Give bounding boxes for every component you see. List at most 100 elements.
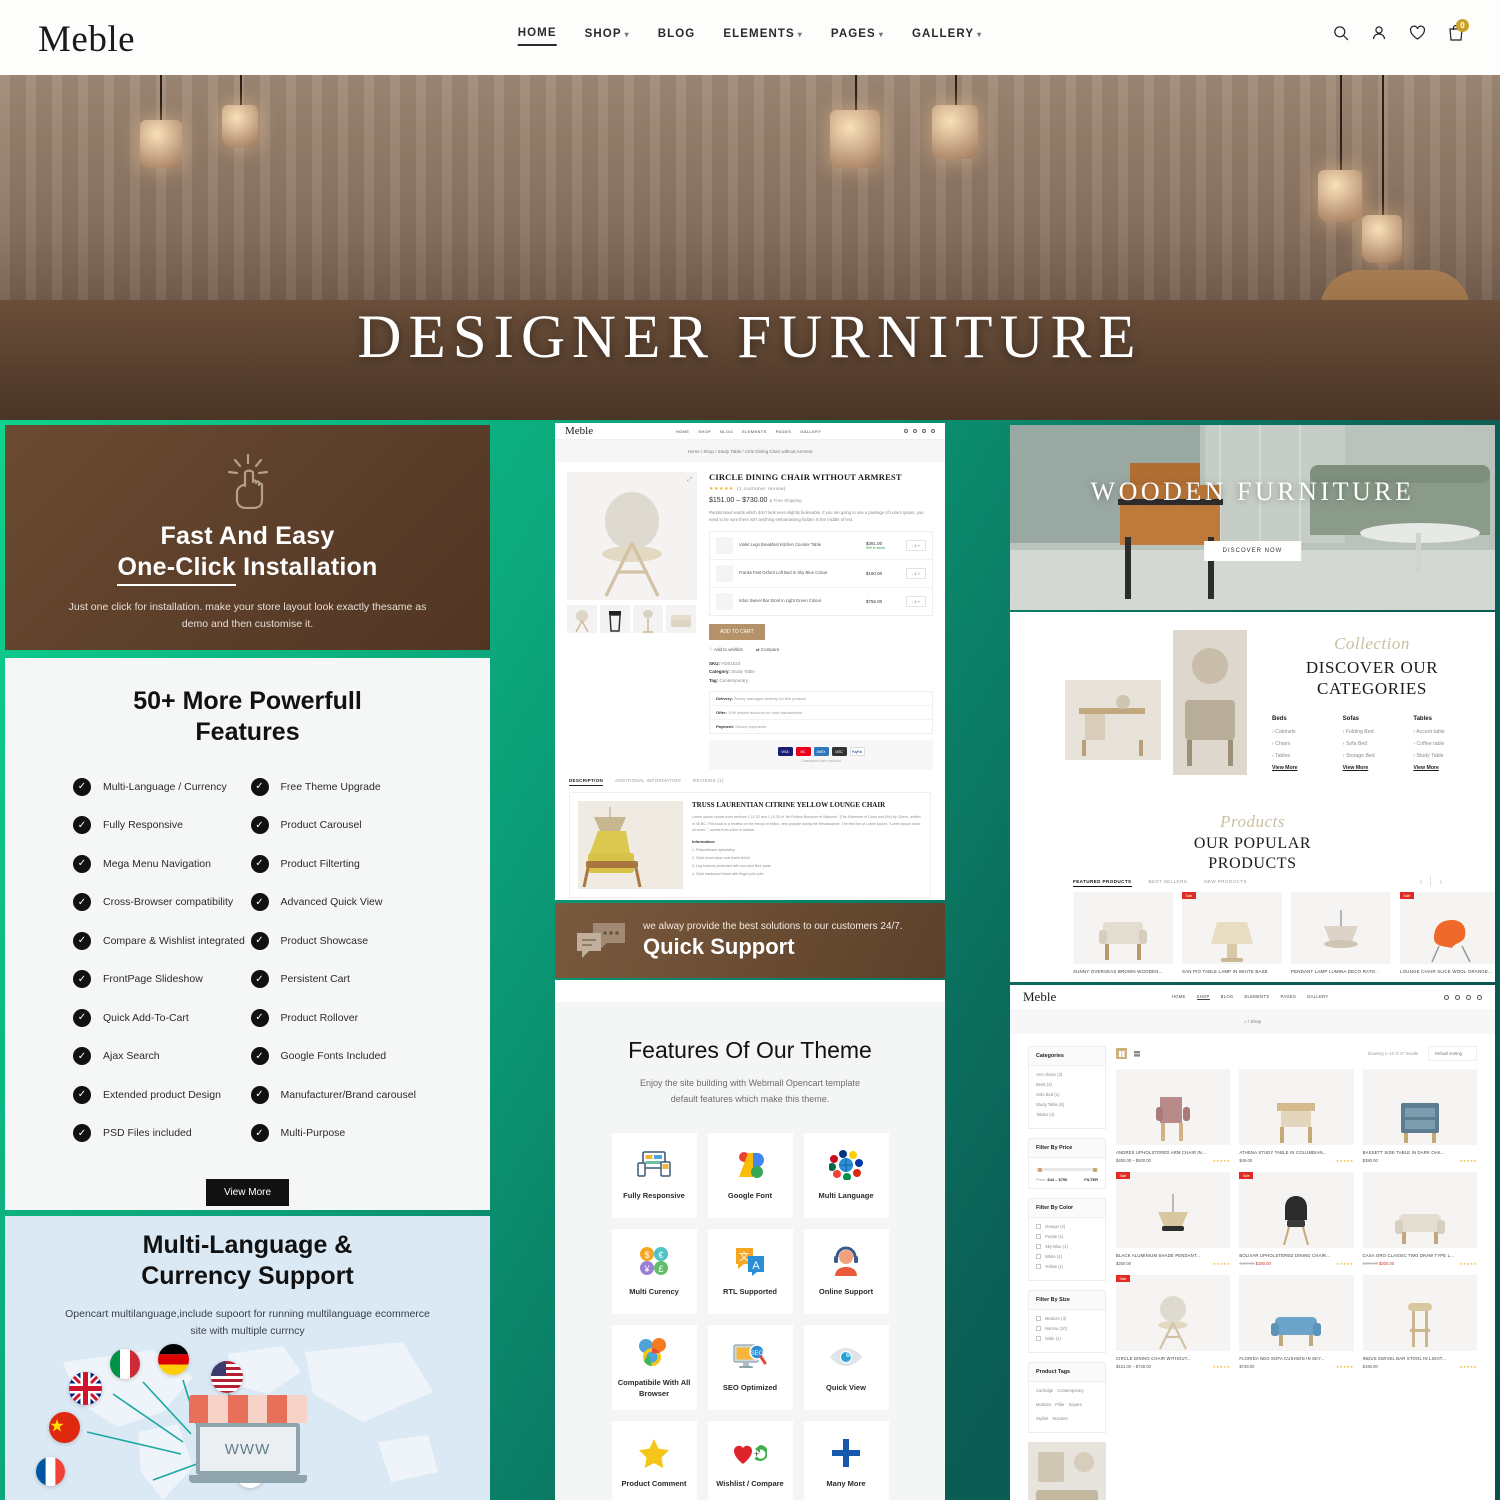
- popular-tab[interactable]: FEATURED PRODUCTS: [1073, 879, 1132, 887]
- shop-product-card[interactable]: Sale BLACK ALUMINIUM SHADE PENDANT... $250…: [1116, 1172, 1231, 1266]
- theme-feature-cell[interactable]: + Wishlist / Compare: [707, 1420, 793, 1500]
- checkbox[interactable]: [1036, 1326, 1041, 1331]
- theme-feature-cell[interactable]: $ € ¥ £ Multi Curency: [611, 1228, 697, 1314]
- mini-nav-item[interactable]: HOME: [676, 429, 690, 434]
- product-tag-link[interactable]: Pillar: [1055, 1402, 1064, 1407]
- shop-nav-item[interactable]: BLOG: [1221, 994, 1234, 1000]
- popular-product-card[interactable]: SUNNY OVERSEAS BROWN WOODEN...: [1073, 892, 1173, 974]
- checkbox[interactable]: [1036, 1224, 1041, 1229]
- category-view-more[interactable]: View More: [1343, 765, 1402, 771]
- product-tag-link[interactable]: Wooden: [1052, 1416, 1068, 1421]
- product-tag-link[interactable]: Modular: [1036, 1402, 1051, 1407]
- product-tag-link[interactable]: Square: [1068, 1402, 1082, 1407]
- sidebar-category-link[interactable]: Tables (4): [1036, 1112, 1098, 1117]
- shop-nav-item[interactable]: SHOP: [1196, 994, 1210, 1000]
- checkbox[interactable]: [1036, 1264, 1041, 1269]
- shop-product-card[interactable]: CASA ORO CLASSIC TWO DRAW TYPE L... $380.…: [1362, 1172, 1477, 1266]
- size-filter-option[interactable]: Medium (3): [1036, 1316, 1098, 1321]
- popular-product-card[interactable]: Sale LOUNGE CHAIR SLICE WOOL ORANGE...: [1400, 892, 1495, 974]
- theme-feature-cell[interactable]: Online Support: [803, 1228, 889, 1314]
- add-to-wishlist-button[interactable]: ♡ Add to wishlist: [709, 647, 743, 653]
- category-link[interactable]: › Tables: [1272, 753, 1331, 759]
- checkbox[interactable]: [1036, 1234, 1041, 1239]
- category-link[interactable]: › Storage Bed: [1343, 753, 1402, 759]
- product-tag-link[interactable]: Cartridge: [1036, 1388, 1053, 1393]
- grid-view-button[interactable]: [1116, 1048, 1127, 1059]
- sidebar-promo-banner[interactable]: Our Present LIVING ROOM: [1028, 1442, 1106, 1500]
- thumbnail[interactable]: [633, 605, 663, 633]
- account-icon[interactable]: [912, 429, 917, 433]
- sidebar-category-link[interactable]: Arm chairs (3): [1036, 1072, 1098, 1077]
- bundle-quantity[interactable]: - 1 +: [905, 539, 926, 551]
- category-link[interactable]: › Chairs: [1272, 741, 1331, 747]
- sidebar-category-link[interactable]: Study Table (6): [1036, 1102, 1098, 1107]
- nav-item-elements[interactable]: ELEMENTS ▾: [723, 28, 803, 45]
- sidebar-category-link[interactable]: Beds (3): [1036, 1082, 1098, 1087]
- theme-feature-cell[interactable]: Product Comment: [611, 1420, 697, 1500]
- carousel-next-icon[interactable]: ›: [1439, 877, 1442, 886]
- view-more-button[interactable]: View More: [206, 1179, 289, 1206]
- category-link[interactable]: › Cabinets: [1272, 729, 1331, 735]
- price-range-slider[interactable]: [1036, 1167, 1098, 1172]
- category-view-more[interactable]: View More: [1272, 765, 1331, 771]
- category-link[interactable]: › Folding Bed: [1343, 729, 1402, 735]
- site-logo[interactable]: Meble: [38, 18, 135, 61]
- nav-item-pages[interactable]: PAGES ▾: [831, 28, 884, 45]
- shop-nav-item[interactable]: GALLERY: [1307, 994, 1328, 1000]
- compare-button[interactable]: ⇄ Compare: [756, 647, 780, 653]
- search-icon[interactable]: [903, 429, 908, 433]
- category-link[interactable]: › Sofa Bed: [1343, 741, 1402, 747]
- color-filter-option[interactable]: White (4): [1036, 1254, 1098, 1259]
- nav-item-gallery[interactable]: GALLERY ▾: [912, 28, 982, 45]
- wishlist-heart-icon[interactable]: [921, 429, 926, 433]
- sidebar-category-link[interactable]: Sofa Bed (1): [1036, 1092, 1098, 1097]
- account-icon[interactable]: [1454, 994, 1460, 1000]
- product-tag-link[interactable]: Stylish: [1036, 1416, 1048, 1421]
- category-link[interactable]: › Coffee table: [1413, 741, 1472, 747]
- theme-feature-cell[interactable]: Multi Language: [803, 1132, 889, 1218]
- category-link[interactable]: › Study Table: [1413, 753, 1472, 759]
- theme-feature-cell[interactable]: Many More: [803, 1420, 889, 1500]
- discover-now-button[interactable]: DISCOVER NOW: [1203, 541, 1302, 561]
- wishlist-heart-icon[interactable]: [1465, 994, 1471, 1000]
- theme-feature-cell[interactable]: Compatibile With All Browser: [611, 1324, 697, 1410]
- shop-product-card[interactable]: FLORIDA NEO SOFA CUSHION IN SKY... $739.0…: [1239, 1275, 1354, 1369]
- checkbox[interactable]: [1036, 1244, 1041, 1249]
- shop-product-card[interactable]: INDUS SWIVEL BAR STOOL IN LIGHT... $190.0…: [1362, 1275, 1477, 1369]
- color-filter-option[interactable]: Yellow (1): [1036, 1264, 1098, 1269]
- expand-icon[interactable]: ⤢: [687, 477, 692, 484]
- thumbnail[interactable]: [666, 605, 696, 633]
- mini-nav-item[interactable]: GALLERY: [800, 429, 821, 434]
- sort-select[interactable]: Default sorting: [1428, 1046, 1477, 1061]
- shop-product-card[interactable]: Sale CIRCLE DINING CHAIR WITHOUT... $151.0…: [1116, 1275, 1231, 1369]
- shop-product-card[interactable]: ANDRES UPHOLSTERED ARM CHAIR IN... $450.0…: [1116, 1069, 1231, 1163]
- color-filter-option[interactable]: Sky Blue (1): [1036, 1244, 1098, 1249]
- wishlist-heart-icon[interactable]: [1409, 25, 1426, 41]
- shop-nav-item[interactable]: ELEMENTS: [1244, 994, 1269, 1000]
- bundle-product-name[interactable]: Violet Lego Breakfast Kitchen Counter Ta…: [739, 542, 860, 548]
- theme-feature-cell[interactable]: 文 A RTL Supported: [707, 1228, 793, 1314]
- popular-tab[interactable]: NEW PRODUCTS: [1204, 879, 1247, 887]
- mini-logo[interactable]: Meble: [565, 425, 593, 437]
- popular-tab[interactable]: BEST SELLERS: [1149, 879, 1188, 887]
- search-icon[interactable]: [1333, 25, 1349, 41]
- review-count-link[interactable]: (1 customer review): [737, 486, 786, 491]
- thumbnail[interactable]: [600, 605, 630, 633]
- category-link[interactable]: › Accent table: [1413, 729, 1472, 735]
- shop-nav-item[interactable]: PAGES: [1280, 994, 1296, 1000]
- list-view-button[interactable]: [1131, 1048, 1142, 1059]
- checkbox[interactable]: [1036, 1316, 1041, 1321]
- category-view-more[interactable]: View More: [1413, 765, 1472, 771]
- cart-icon[interactable]: [930, 429, 935, 433]
- product-tab[interactable]: ADDITIONAL INFORMATION: [615, 778, 681, 786]
- shop-product-card[interactable]: ATHENA STUDY TABLE IN COLUMBIAN... $49.00…: [1239, 1069, 1354, 1163]
- size-filter-option[interactable]: Narrow (10): [1036, 1326, 1098, 1331]
- product-tag-link[interactable]: Contemporary: [1057, 1388, 1084, 1393]
- mini-nav-item[interactable]: PAGES: [776, 429, 792, 434]
- theme-feature-cell[interactable]: Google Font: [707, 1132, 793, 1218]
- popular-product-card[interactable]: Sale SAN PIO TABLE LAMP IN WHITE BASE: [1182, 892, 1282, 974]
- bundle-product-name[interactable]: Irdus Swivel Bar Stool In Light Green Co…: [739, 598, 860, 604]
- mini-nav-item[interactable]: SHOP: [698, 429, 711, 434]
- product-main-image[interactable]: ⤢: [567, 472, 697, 600]
- size-filter-option[interactable]: Wide (1): [1036, 1336, 1098, 1341]
